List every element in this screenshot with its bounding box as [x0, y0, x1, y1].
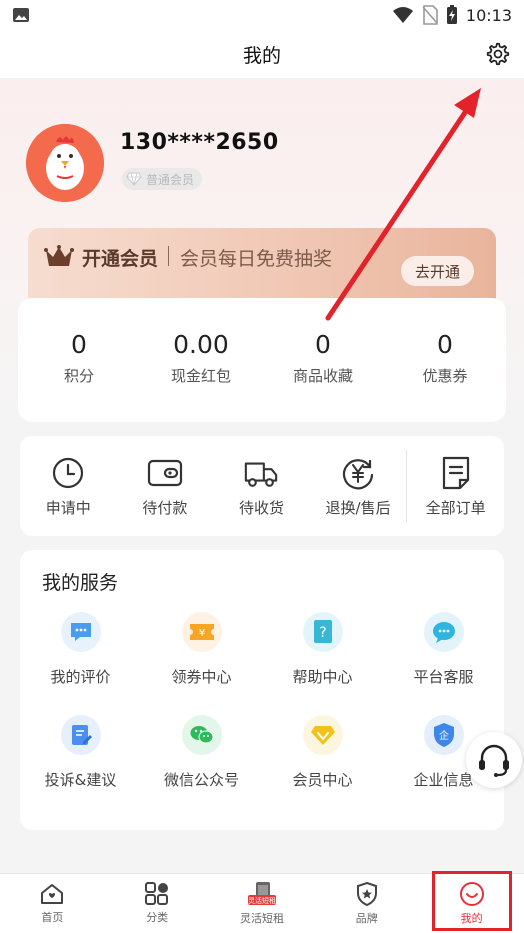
status-time: 10:13 [465, 5, 512, 25]
stat-label: 商品收藏 [292, 367, 353, 385]
service-coupon-center[interactable]: ¥ 领券中心 [141, 612, 262, 687]
tab-label: 首页 [41, 911, 64, 924]
order-pending-receipt[interactable]: 待收货 [213, 436, 310, 536]
service-label: 投诉&建议 [44, 771, 117, 789]
stat-value: 0.00 [173, 330, 229, 359]
page-title: 我的 [242, 44, 281, 67]
stat-label: 现金红包 [170, 367, 231, 385]
service-label: 企业信息 [413, 771, 474, 789]
service-member-center[interactable]: 会员中心 [262, 715, 383, 790]
diamond-icon [126, 172, 142, 186]
member-level-label: 普通会员 [146, 172, 195, 187]
open-vip-button[interactable]: 去开通 [400, 256, 474, 286]
svg-text:企: 企 [439, 729, 449, 742]
avatar[interactable] [26, 124, 104, 202]
tab-label: 我的 [460, 912, 483, 925]
service-chat-icon [423, 612, 464, 652]
truck-icon [245, 461, 278, 487]
status-bar: 10:13 [0, 0, 524, 30]
svg-text:?: ? [319, 625, 326, 641]
order-pending-payment[interactable]: 待付款 [117, 436, 214, 536]
crown-icon [44, 245, 74, 266]
image-icon [13, 8, 29, 22]
service-customer-service[interactable]: 平台客服 [383, 612, 504, 687]
service-wechat-official[interactable]: 微信公众号 [141, 715, 262, 790]
service-label: 我的评价 [50, 668, 111, 686]
service-label: 微信公众号 [163, 771, 239, 789]
nav-bar: 我的 [0, 30, 524, 78]
services-card: 我的服务 我的评价 ¥ 领券中心 ? 帮助中心 平台客服 投诉&建议 微信公众号… [20, 550, 504, 830]
tab-label: 灵活短租 [239, 912, 284, 925]
stat-label: 积分 [63, 367, 94, 385]
services-title: 我的服务 [42, 572, 119, 594]
enterprise-shield-icon: 企 [423, 715, 464, 755]
chat-bubble-icon [60, 612, 101, 652]
tab-brand[interactable]: 品牌 [314, 874, 419, 933]
service-label: 领券中心 [171, 668, 232, 686]
brand-badge-icon [356, 881, 377, 907]
rental-phone-icon: 灵活短租 [247, 882, 276, 905]
order-label: 待收货 [238, 498, 284, 517]
floating-customer-service-button[interactable] [466, 732, 522, 788]
vip-diamond-icon [302, 715, 343, 755]
tab-label: 分类 [146, 911, 169, 924]
order-label: 全部订单 [425, 498, 486, 517]
battery-charging-icon [446, 5, 457, 24]
coupon-icon: ¥ [181, 612, 222, 652]
no-sim-icon [422, 5, 438, 25]
headset-icon [479, 744, 509, 777]
wifi-icon [392, 7, 413, 23]
stat-label: 优惠券 [422, 367, 468, 385]
order-applying[interactable]: 申请中 [20, 436, 117, 536]
stat-favorites[interactable]: 0 商品收藏 [262, 298, 384, 422]
order-label: 退换/售后 [325, 498, 391, 517]
service-complaints[interactable]: 投诉&建议 [20, 715, 141, 790]
order-list-icon [442, 456, 469, 489]
vip-banner[interactable]: 开通会员 会员每日免费抽奖 去开通 [28, 228, 496, 306]
stat-cash-red-packet[interactable]: 0.00 现金红包 [140, 298, 262, 422]
tab-flexible-rental[interactable]: 灵活短租 灵活短租 [210, 874, 315, 933]
vip-subtitle: 会员每日免费抽奖 [180, 248, 333, 270]
gear-icon [486, 42, 510, 66]
edit-note-icon [60, 715, 101, 755]
orders-card: 申请中 待付款 待收货 退换/售后 全部订单 [20, 436, 504, 536]
stat-points[interactable]: 0 积分 [18, 298, 140, 422]
order-label: 申请中 [45, 498, 91, 517]
wechat-icon [181, 715, 222, 755]
stat-coupons[interactable]: 0 优惠券 [384, 298, 506, 422]
order-label: 待付款 [142, 498, 188, 517]
yuan-refund-icon [343, 458, 374, 489]
order-all[interactable]: 全部订单 [407, 436, 504, 536]
settings-button[interactable] [484, 40, 512, 68]
bottom-tab-bar: 首页 分类 灵活短租 灵活短租 品牌 我的 [0, 873, 524, 933]
tab-category[interactable]: 分类 [105, 874, 210, 933]
stat-value: 0 [437, 330, 453, 359]
help-book-icon: ? [302, 612, 343, 652]
service-my-reviews[interactable]: 我的评价 [20, 612, 141, 687]
vip-divider [168, 246, 169, 266]
svg-text:¥: ¥ [198, 628, 204, 639]
service-label: 会员中心 [292, 771, 353, 789]
services-grid: 我的评价 ¥ 领券中心 ? 帮助中心 平台客服 投诉&建议 微信公众号 会员中心… [20, 612, 504, 790]
stat-value: 0 [71, 330, 87, 359]
rental-badge-text: 灵活短租 [248, 896, 276, 905]
service-help-center[interactable]: ? 帮助中心 [262, 612, 383, 687]
clock-icon [53, 457, 84, 488]
tab-label: 品牌 [355, 912, 378, 925]
user-phone: 130****2650 [120, 130, 279, 155]
category-grid-icon [145, 882, 169, 905]
tab-home[interactable]: 首页 [0, 874, 105, 933]
stat-value: 0 [315, 330, 331, 359]
vip-title: 开通会员 [82, 248, 159, 270]
order-refund-after-sale[interactable]: 退换/售后 [310, 436, 407, 536]
stats-card: 0 积分 0.00 现金红包 0 商品收藏 0 优惠券 [18, 298, 506, 422]
chicken-mascot-icon [26, 124, 104, 202]
member-level-badge[interactable]: 普通会员 [122, 168, 203, 190]
service-label: 帮助中心 [292, 668, 353, 686]
service-label: 平台客服 [413, 668, 474, 686]
wallet-icon [147, 459, 182, 486]
tab-mine[interactable]: 我的 [419, 874, 524, 933]
smile-icon [459, 882, 484, 906]
home-icon [41, 884, 64, 904]
